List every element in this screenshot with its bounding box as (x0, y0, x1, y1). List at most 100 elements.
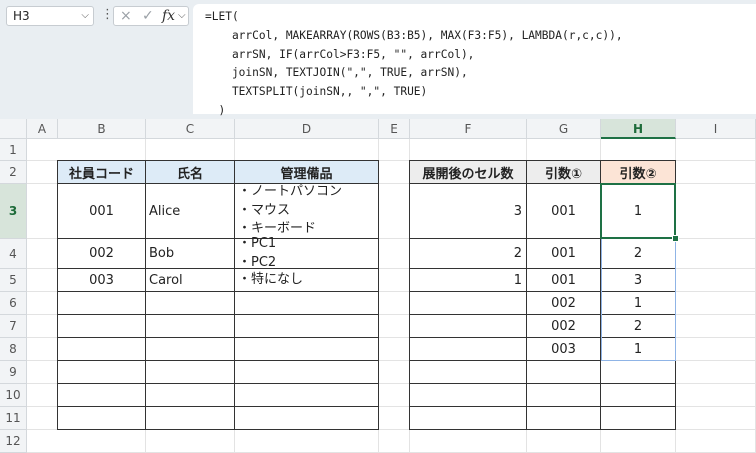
empty-cell[interactable] (235, 407, 379, 430)
empty-cell[interactable] (146, 315, 235, 338)
arg1-cell[interactable]: 001 (527, 184, 601, 239)
table1-header[interactable]: 管理備品 (235, 161, 379, 184)
column-header-g[interactable]: G (527, 119, 601, 139)
empty-cell[interactable] (527, 407, 601, 430)
name-box[interactable]: H3 ⌵ (6, 6, 94, 26)
row-header-2[interactable]: 2 (0, 161, 27, 184)
empty-cell[interactable] (235, 315, 379, 338)
empty-cell[interactable] (410, 384, 527, 407)
empty-cell[interactable] (601, 384, 676, 407)
row-header-8[interactable]: 8 (0, 338, 27, 361)
empty-cell[interactable] (235, 338, 379, 361)
table-border (57, 160, 58, 430)
employee-code-cell[interactable]: 003 (58, 269, 146, 292)
empty-cell[interactable] (527, 384, 601, 407)
formula-line: =LET( (205, 10, 239, 23)
equipment-item: ・ノートパソコン (238, 184, 343, 200)
column-header-e[interactable]: E (379, 119, 410, 139)
empty-cell[interactable] (410, 315, 527, 338)
empty-cell[interactable] (235, 361, 379, 384)
table2-header[interactable]: 展開後のセル数 (410, 161, 527, 184)
empty-cell[interactable] (58, 315, 146, 338)
column-header-b[interactable]: B (58, 119, 146, 139)
column-header-f[interactable]: F (410, 119, 527, 139)
active-cell-border (600, 183, 676, 239)
empty-cell[interactable] (527, 361, 601, 384)
empty-cell[interactable] (410, 338, 527, 361)
fill-handle[interactable] (672, 235, 679, 242)
arg1-cell[interactable]: 001 (527, 239, 601, 269)
formula-line: ) (205, 103, 226, 117)
empty-cell[interactable] (146, 338, 235, 361)
employee-name-cell[interactable]: Alice (146, 184, 235, 239)
formula-toolbar: H3 ⌵ ⋮ × ✓ fx ⌵ =LET( arrCol, MAKEARRAY(… (0, 0, 756, 119)
row-header-4[interactable]: 4 (0, 239, 27, 269)
column-header-d[interactable]: D (235, 119, 379, 139)
formula-line: arrCol, MAKEARRAY(ROWS(B3:B5), MAX(F3:F5… (205, 28, 623, 42)
empty-cell[interactable] (146, 384, 235, 407)
chevron-down-icon[interactable]: ⌵ (178, 7, 186, 25)
empty-cell[interactable] (58, 292, 146, 315)
empty-cell[interactable] (410, 292, 527, 315)
equipment-cell[interactable]: ・PC1 ・PC2 (235, 236, 379, 270)
fx-icon[interactable]: fx (162, 7, 175, 25)
equipment-item: ・マウス (238, 202, 291, 218)
empty-cell[interactable] (58, 361, 146, 384)
employee-code-cell[interactable]: 002 (58, 239, 146, 269)
select-all-corner[interactable] (0, 119, 27, 139)
row-header-10[interactable]: 10 (0, 384, 27, 407)
arg1-cell[interactable]: 003 (527, 338, 601, 361)
column-header-c[interactable]: C (146, 119, 235, 139)
employee-name-cell[interactable]: Carol (146, 269, 235, 292)
formula-line: TEXTSPLIT(joinSN,, ",", TRUE) (205, 85, 428, 99)
cell-count-cell[interactable]: 3 (410, 184, 527, 239)
confirm-icon[interactable]: ✓ (142, 7, 154, 25)
row-header-5[interactable]: 5 (0, 269, 27, 292)
empty-cell[interactable] (235, 384, 379, 407)
empty-cell[interactable] (58, 407, 146, 430)
employee-name-cell[interactable]: Bob (146, 239, 235, 269)
empty-cell[interactable] (146, 407, 235, 430)
equipment-cell[interactable]: ・ノートパソコン ・マウス ・キーボード (235, 184, 379, 239)
row-header-7[interactable]: 7 (0, 315, 27, 338)
empty-cell[interactable] (146, 292, 235, 315)
arg1-cell[interactable]: 002 (527, 292, 601, 315)
table1-header[interactable]: 社員コード (58, 161, 146, 184)
empty-cell[interactable] (58, 384, 146, 407)
arg1-cell[interactable]: 002 (527, 315, 601, 338)
row-header-11[interactable]: 11 (0, 407, 27, 430)
row-header-1[interactable]: 1 (0, 139, 27, 161)
worksheet-grid[interactable]: A B C D E F G H I 1 2 3 4 5 6 7 8 9 10 11 12 社員コード 氏名 管理備品 001 Al… (0, 119, 756, 453)
column-header-h[interactable]: H (601, 119, 676, 139)
table2-header[interactable]: 引数② (601, 161, 676, 184)
empty-cell[interactable] (58, 338, 146, 361)
row-header-6[interactable]: 6 (0, 292, 27, 315)
table-border (57, 160, 379, 161)
row-header-9[interactable]: 9 (0, 361, 27, 384)
equipment-cell[interactable]: ・特になし (235, 269, 379, 292)
empty-cell[interactable] (410, 361, 527, 384)
empty-cell[interactable] (235, 292, 379, 315)
formula-input[interactable]: =LET( arrCol, MAKEARRAY(ROWS(B3:B5), MAX… (193, 4, 756, 117)
table1-header[interactable]: 氏名 (146, 161, 235, 184)
cell-count-cell[interactable]: 2 (410, 239, 527, 269)
arg1-cell[interactable]: 001 (527, 269, 601, 292)
name-box-value: H3 (13, 9, 30, 23)
empty-cell[interactable] (601, 407, 676, 430)
row-header-3[interactable]: 3 (0, 184, 27, 239)
column-header-i[interactable]: I (676, 119, 756, 139)
table-border (409, 160, 676, 161)
column-header-a[interactable]: A (27, 119, 58, 139)
formula-line: joinSN, TEXTJOIN(",", TRUE, arrSN), (205, 66, 468, 80)
table2-header[interactable]: 引数① (527, 161, 601, 184)
empty-cell[interactable] (410, 407, 527, 430)
empty-cell[interactable] (146, 361, 235, 384)
cancel-icon[interactable]: × (120, 7, 132, 25)
row-header-12[interactable]: 12 (0, 430, 27, 453)
employee-code-cell[interactable]: 001 (58, 184, 146, 239)
formula-line: arrSN, IF(arrCol>F3:F5, "", arrCol), (205, 47, 475, 61)
equipment-item: ・特になし (238, 271, 304, 287)
empty-cell[interactable] (601, 361, 676, 384)
cell-count-cell[interactable]: 1 (410, 269, 527, 292)
chevron-down-icon[interactable]: ⌵ (81, 7, 89, 25)
